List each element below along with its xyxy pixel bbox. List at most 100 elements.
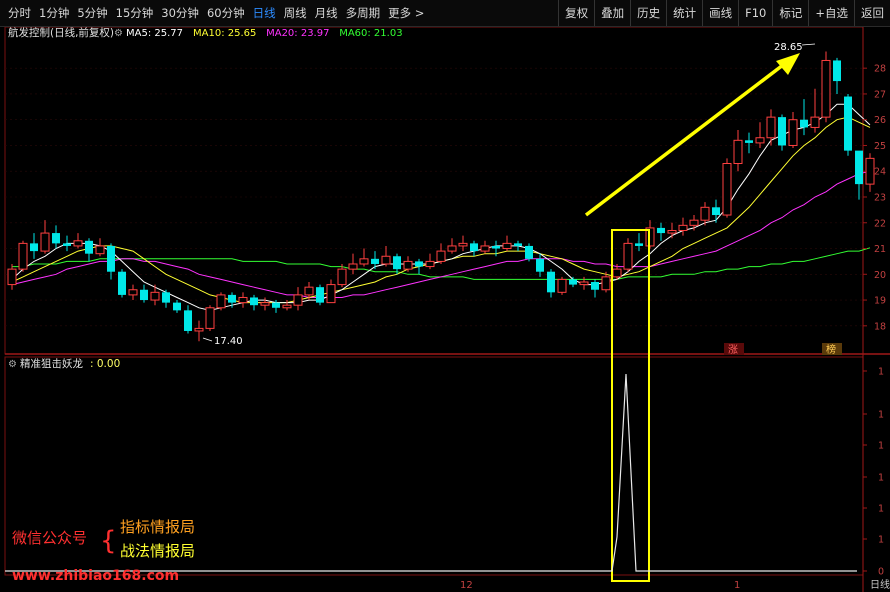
- kline-chart[interactable]: 航发控制(日线,前复权) ⚙ MA5: 25.77 MA10: 25.65 MA20…: [0, 27, 890, 592]
- candle[interactable]: [547, 269, 555, 298]
- candle[interactable]: [755, 122, 765, 149]
- toolbar-button-0[interactable]: 复权: [558, 0, 594, 26]
- candle[interactable]: [745, 132, 753, 154]
- candle[interactable]: [480, 240, 490, 254]
- candle[interactable]: [260, 297, 270, 311]
- candle[interactable]: [800, 99, 808, 136]
- candle[interactable]: [216, 292, 226, 311]
- toolbar-button-3[interactable]: 统计: [666, 0, 702, 26]
- candle[interactable]: [425, 253, 435, 270]
- watermark: 微信公众号 { 指标情报局 战法情报局 www.zhibiao168.com: [12, 518, 195, 584]
- candle[interactable]: [359, 248, 369, 267]
- candle[interactable]: [140, 284, 148, 303]
- low-annotation: 17.40: [202, 336, 243, 347]
- period-tabs: 分时 1分钟 5分钟 15分钟 30分钟 60分钟 日线 周线 月线 多周期 更多 >: [4, 0, 428, 26]
- candle[interactable]: [470, 240, 478, 257]
- price-label-2: 26: [874, 115, 886, 126]
- candle[interactable]: [205, 305, 215, 331]
- candle[interactable]: [173, 300, 181, 313]
- candle[interactable]: [63, 235, 71, 252]
- toolbar-button-8[interactable]: 返回: [854, 0, 890, 26]
- period-tab-9[interactable]: 多周期: [342, 5, 385, 21]
- candle[interactable]: [184, 305, 192, 334]
- candle[interactable]: [18, 240, 28, 272]
- toolbar-button-2[interactable]: 历史: [630, 0, 666, 26]
- candle[interactable]: [591, 279, 599, 298]
- candle[interactable]: [194, 320, 204, 342]
- candle[interactable]: [810, 88, 820, 133]
- candle[interactable]: [162, 289, 170, 308]
- indicator-axis: 1 1 1 1 1 1 0: [863, 367, 884, 578]
- candle[interactable]: [393, 253, 401, 275]
- candle[interactable]: [722, 158, 732, 218]
- candle[interactable]: [316, 284, 324, 306]
- toolbar-button-1[interactable]: 叠加: [594, 0, 630, 26]
- period-tab-2[interactable]: 5分钟: [73, 5, 111, 21]
- candle[interactable]: [514, 240, 522, 252]
- candle[interactable]: [712, 199, 720, 223]
- candle[interactable]: [447, 238, 457, 254]
- candle[interactable]: [821, 51, 831, 123]
- candle[interactable]: [557, 276, 567, 295]
- candle[interactable]: [250, 294, 258, 311]
- period-tab-3[interactable]: 15分钟: [112, 5, 158, 21]
- candle[interactable]: [95, 238, 105, 257]
- period-tab-5[interactable]: 60分钟: [203, 5, 249, 21]
- candle[interactable]: [657, 222, 665, 241]
- candle[interactable]: [733, 130, 743, 172]
- candle[interactable]: [678, 217, 688, 236]
- candle[interactable]: [7, 263, 17, 290]
- period-tab-10[interactable]: 更多 >: [384, 5, 428, 21]
- candle[interactable]: [833, 57, 841, 94]
- candle[interactable]: [73, 233, 83, 249]
- candle[interactable]: [326, 279, 336, 304]
- candle[interactable]: [436, 243, 446, 264]
- candle[interactable]: [30, 233, 38, 259]
- period-tab-8[interactable]: 月线: [311, 5, 342, 21]
- candle[interactable]: [238, 292, 248, 308]
- toolbar-button-7[interactable]: +自选: [808, 0, 854, 26]
- period-tab-4[interactable]: 30分钟: [157, 5, 203, 21]
- candle[interactable]: [52, 225, 60, 249]
- candle[interactable]: [788, 111, 798, 149]
- candle[interactable]: [118, 269, 126, 298]
- settings-icon[interactable]: ⚙: [114, 28, 123, 39]
- candle[interactable]: [865, 153, 875, 192]
- toolbar-button-6[interactable]: 标记: [772, 0, 808, 26]
- price-label-1: 27: [874, 89, 886, 100]
- period-tab-6[interactable]: 日线: [249, 5, 280, 21]
- candle[interactable]: [502, 235, 512, 252]
- candle[interactable]: [667, 222, 677, 239]
- candle[interactable]: [766, 109, 776, 146]
- indicator-value: : 0.00: [90, 358, 120, 370]
- price-label-5: 23: [874, 193, 886, 204]
- candle[interactable]: [128, 284, 138, 301]
- ind-label-1: 1: [878, 410, 884, 421]
- badge-zhang: 涨: [724, 343, 744, 356]
- indicator-settings-icon[interactable]: ⚙: [8, 359, 17, 370]
- candle[interactable]: [348, 253, 358, 275]
- candle[interactable]: [107, 243, 115, 280]
- toolbar-button-5[interactable]: F10: [738, 0, 772, 26]
- candle[interactable]: [40, 220, 50, 254]
- period-tab-1[interactable]: 1分钟: [35, 5, 73, 21]
- toolbar-button-4[interactable]: 画线: [702, 0, 738, 26]
- candle[interactable]: [293, 287, 303, 311]
- period-tab-0[interactable]: 分时: [4, 5, 35, 21]
- watermark-line2: 战法情报局: [120, 542, 195, 560]
- candle[interactable]: [579, 276, 589, 290]
- ind-label-0: 1: [878, 367, 884, 378]
- candle[interactable]: [150, 284, 160, 306]
- period-tab-7[interactable]: 周线: [280, 5, 311, 21]
- candle[interactable]: [415, 258, 423, 275]
- candle[interactable]: [623, 238, 633, 272]
- candle[interactable]: [85, 238, 93, 262]
- candle[interactable]: [525, 243, 533, 262]
- candle[interactable]: [569, 276, 577, 288]
- candle[interactable]: [403, 256, 413, 272]
- candle[interactable]: [855, 150, 863, 200]
- candle[interactable]: [536, 253, 544, 277]
- candle[interactable]: [778, 114, 786, 151]
- candle[interactable]: [381, 245, 391, 267]
- candle[interactable]: [844, 93, 852, 156]
